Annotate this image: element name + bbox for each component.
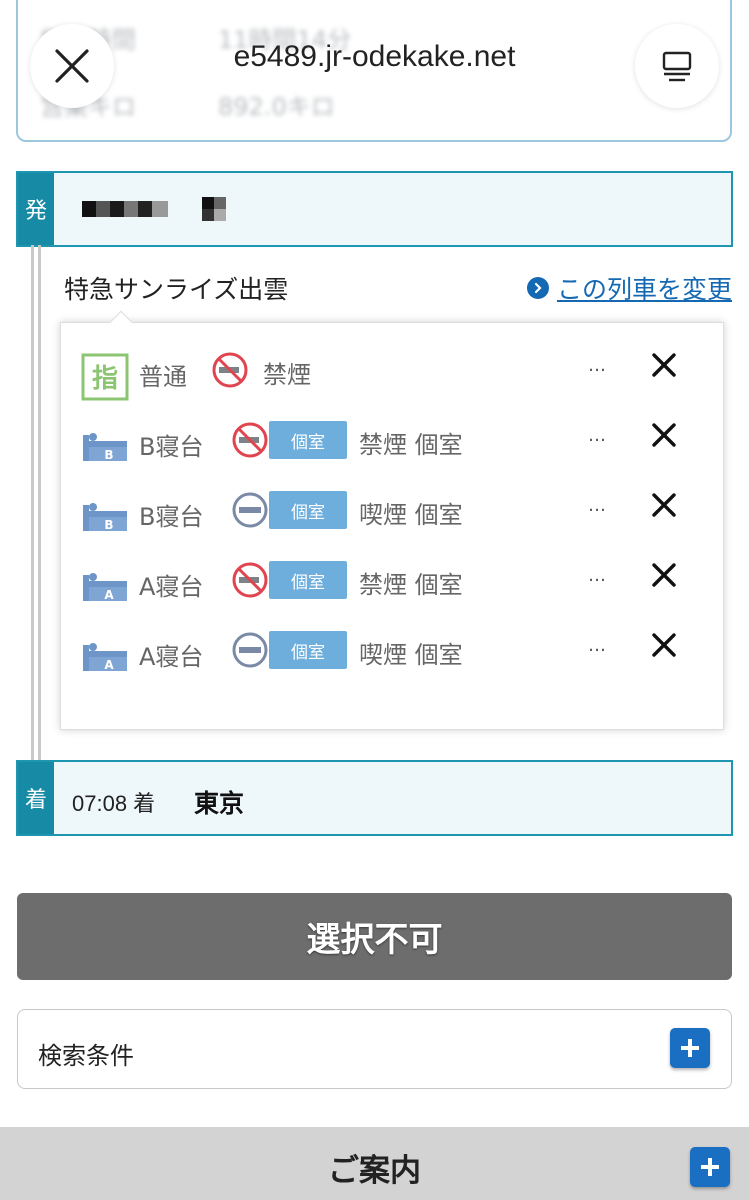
seat-description: 禁煙 [263,361,311,389]
seat-class: A寝台 [139,643,204,671]
arrival-row: 着 07:08 着 東京 [16,760,733,836]
private-room-badge: 個室 [269,631,347,669]
train-name: 特急サンライズ出雲 [64,275,289,304]
no-smoking-icon [232,422,268,458]
private-room-badge: 個室 [269,561,347,599]
chevron-right-icon [526,277,549,299]
expand-plus-icon[interactable] [670,1028,710,1068]
expand-plus-icon[interactable] [690,1147,730,1187]
availability-indicator: … [588,425,607,446]
seat-row[interactable]: A A寝台 個室 喫煙 個室 … [61,621,725,681]
unavailable-x-icon [652,633,676,657]
arrival-station: 東京 [194,789,245,818]
availability-indicator: … [588,635,607,656]
close-button[interactable] [30,24,114,108]
unavailable-x-icon [652,423,676,447]
seat-availability-popup: 指 普通 禁煙 … B B寝台 個室 禁煙 個室 … B B寝台 個室 喫煙 個… [60,310,725,730]
seat-class: B寝台 [139,433,204,461]
no-smoking-icon [232,562,268,598]
seat-row[interactable]: B B寝台 個室 喫煙 個室 … [61,481,725,541]
smoking-icon [232,632,268,668]
select-unavailable-button[interactable]: 選択不可 [17,893,732,980]
url-text[interactable]: e5489.jr-odekake.net [130,40,619,74]
tabs-icon [662,51,692,82]
route-rail [31,245,41,763]
unavailable-x-icon [652,493,676,517]
search-conditions-panel[interactable]: 検索条件 [17,1009,732,1089]
seat-description: 禁煙 個室 [359,431,463,459]
private-room-badge: 個室 [269,491,347,529]
seat-description: 喫煙 個室 [359,641,463,669]
guide-section[interactable]: ご案内 [0,1127,749,1200]
svg-text:B: B [104,448,113,462]
private-room-badge: 個室 [269,421,347,459]
no-smoking-icon [212,352,248,388]
change-train-label: この列車を変更 [556,275,732,304]
unavailable-x-icon [652,353,676,377]
departure-row: 発 [16,171,733,247]
guide-label: ご案内 [328,1153,421,1189]
change-train-link[interactable]: この列車を変更 [526,270,732,306]
tabs-button[interactable] [635,24,719,108]
seat-description: 喫煙 個室 [359,501,463,529]
browser-top-area: 所要時間 11時間14分 営業キロ 892.0キロ e5489.jr-odeka… [0,0,749,160]
a-sleeper-icon: A [83,573,127,602]
seat-row[interactable]: B B寝台 個室 禁煙 個室 … [61,411,725,471]
availability-indicator: … [588,565,607,586]
a-sleeper-icon: A [83,643,127,672]
popup-notch [109,310,133,334]
availability-indicator: … [588,495,607,516]
reserved-seat-icon: 指 [81,353,129,401]
availability-indicator: … [588,355,607,376]
distance-value: 892.0キロ [218,93,335,121]
close-icon [55,49,89,83]
unavailable-x-icon [652,563,676,587]
seat-row[interactable]: A A寝台 個室 禁煙 個室 … [61,551,725,611]
seat-description: 禁煙 個室 [359,571,463,599]
b-sleeper-icon: B [83,433,127,462]
svg-text:A: A [104,588,114,602]
seat-class: A寝台 [139,573,204,601]
seat-row[interactable]: 指 普通 禁煙 … [61,341,725,401]
svg-text:指: 指 [92,364,118,394]
svg-text:B: B [104,518,113,532]
smoking-icon [232,492,268,528]
arrival-time: 07:08 着 [72,791,156,816]
search-conditions-label: 検索条件 [38,1042,134,1070]
svg-text:A: A [104,658,114,672]
seat-class: B寝台 [139,503,204,531]
seat-class: 普通 [139,363,187,391]
departure-tag: 発 [18,173,54,245]
b-sleeper-icon: B [83,503,127,532]
arrival-tag: 着 [18,762,54,834]
